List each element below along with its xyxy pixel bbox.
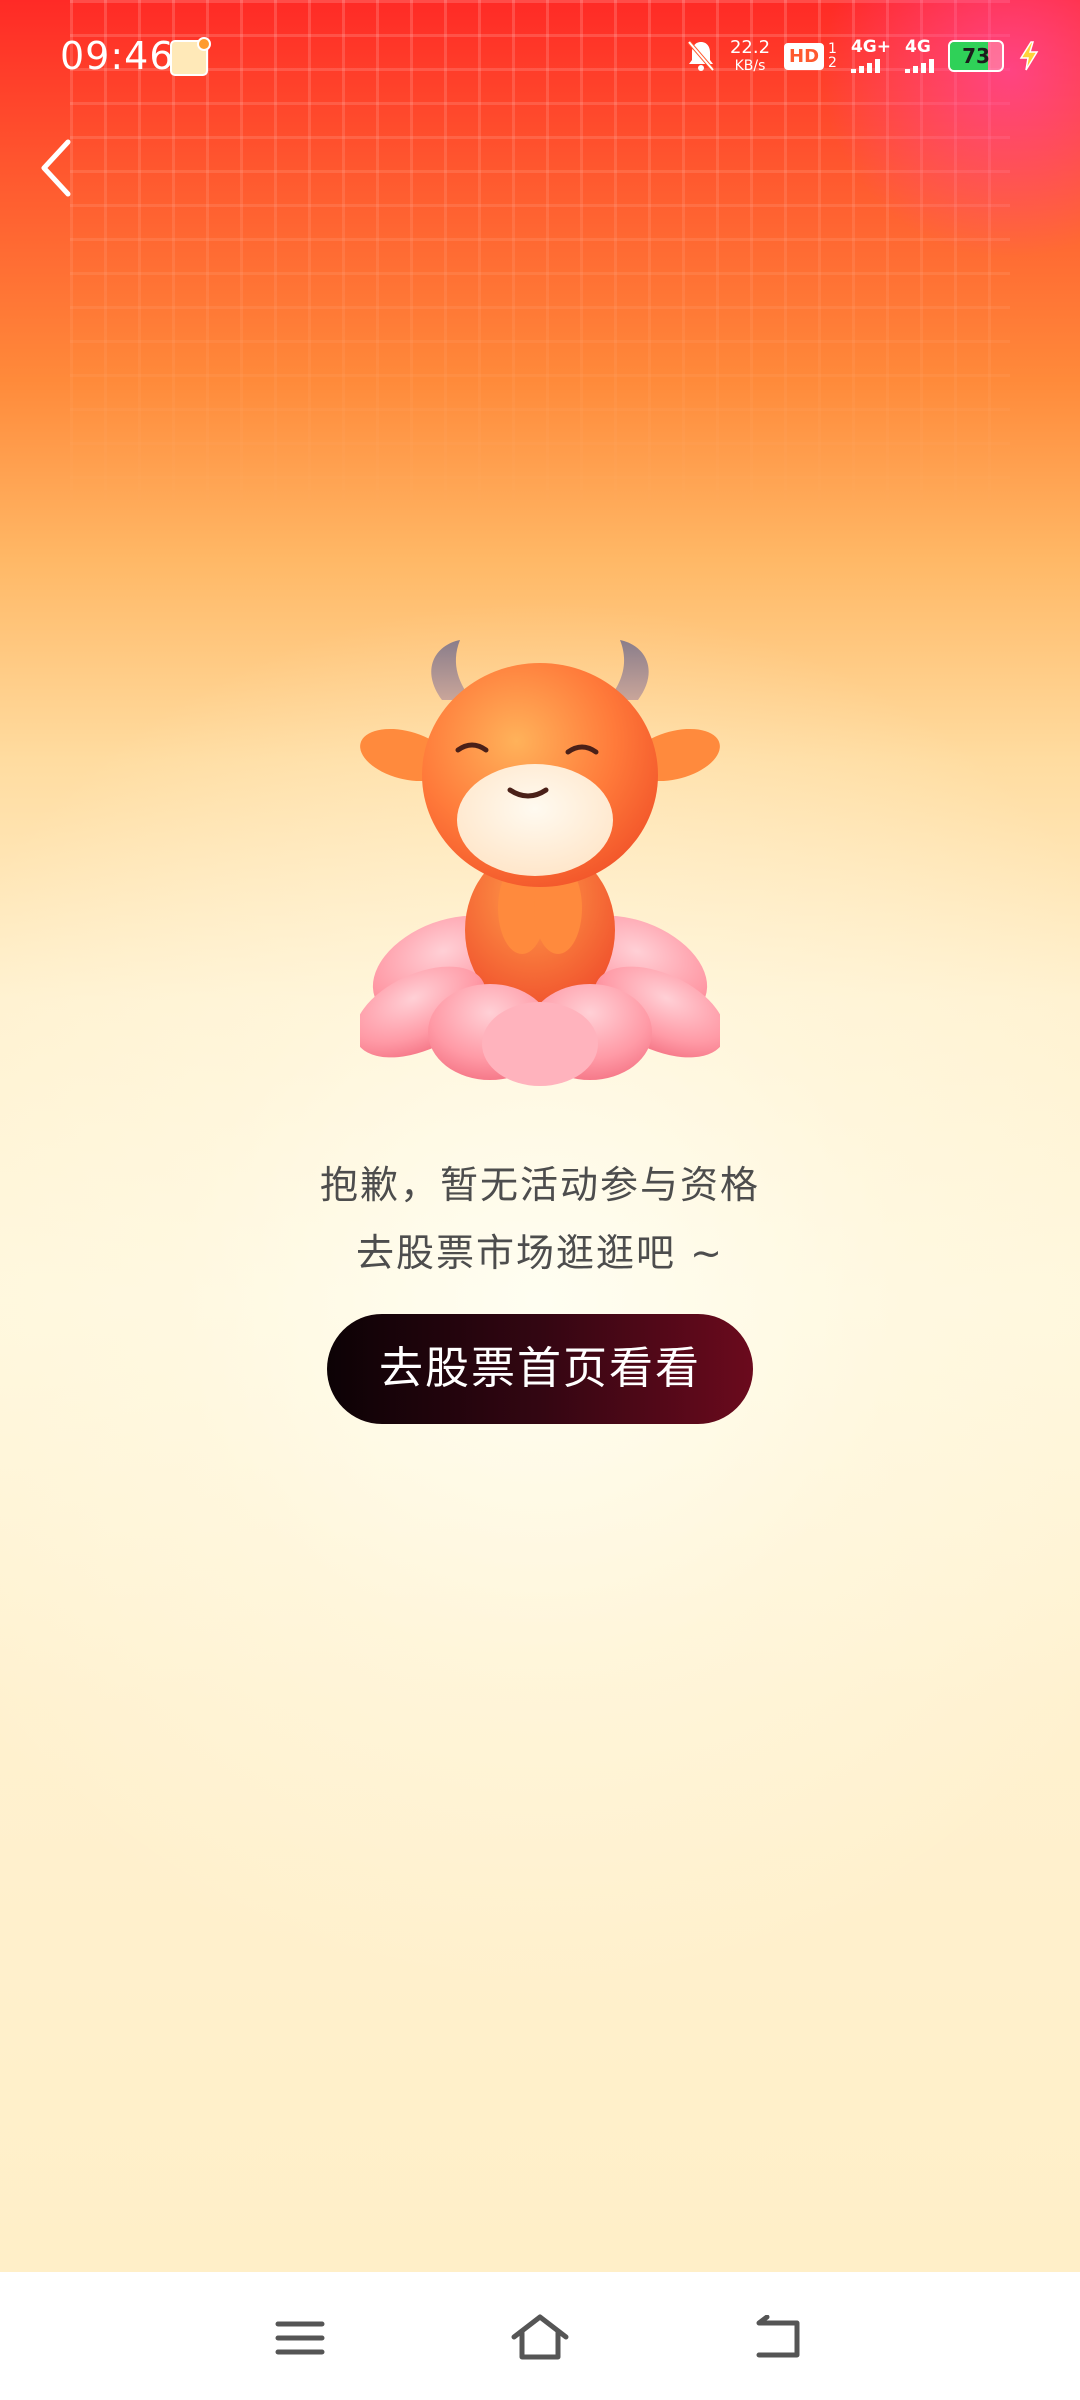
- network-speed-unit: KB/s: [734, 58, 766, 74]
- home-icon: [511, 2314, 569, 2360]
- battery-icon: 73: [948, 40, 1004, 72]
- app-notification-icon: [170, 37, 211, 76]
- sim-indicator-top: 1: [828, 41, 837, 57]
- menu-icon: [275, 2321, 325, 2355]
- mascot-illustration: [360, 640, 720, 1086]
- battery-level: 73: [962, 44, 990, 68]
- nav-menu-button[interactable]: [260, 2298, 340, 2378]
- nav-home-button[interactable]: [500, 2298, 580, 2378]
- charging-bolt-icon: [1019, 41, 1039, 71]
- network-speed: 22.2 KB/s: [729, 37, 771, 74]
- mute-bell-icon: [687, 40, 715, 72]
- signal-bars-icon: [850, 59, 880, 73]
- activity-page: 09:46 22.2 KB/s HD 1 2 4G+ 4G 73 抱歉，暂无活动…: [0, 0, 1080, 2272]
- nav-back-button[interactable]: [740, 2298, 820, 2378]
- background-glow: [0, 0, 1080, 2272]
- chevron-left-icon: [41, 139, 71, 197]
- network-speed-value: 22.2: [729, 37, 771, 58]
- back-button[interactable]: [30, 130, 86, 206]
- sim-indicator: 1 2: [828, 42, 837, 70]
- market-suggestion-message: 去股票市场逛逛吧 ~: [356, 1231, 724, 1275]
- signal-sim2-label: 4G: [905, 37, 931, 57]
- no-eligibility-message: 抱歉，暂无活动参与资格: [319, 1163, 760, 1207]
- signal-sim2: 4G: [905, 39, 934, 73]
- back-icon: [756, 2315, 800, 2358]
- status-bar: 09:46 22.2 KB/s HD 1 2 4G+ 4G 73: [0, 0, 1080, 116]
- signal-sim1-label: 4G+: [850, 37, 891, 57]
- status-time: 09:46: [60, 34, 175, 78]
- signal-sim1: 4G+: [850, 37, 891, 73]
- system-nav-bar: [0, 2272, 1080, 2400]
- hd-badge: HD: [784, 42, 825, 70]
- status-indicators: 22.2 KB/s HD 1 2 4G+ 4G 73: [686, 34, 1040, 78]
- sim-indicator-bottom: 2: [828, 55, 837, 71]
- signal-bars-icon: [905, 59, 934, 73]
- go-stock-home-button[interactable]: 去股票首页看看: [327, 1314, 753, 1424]
